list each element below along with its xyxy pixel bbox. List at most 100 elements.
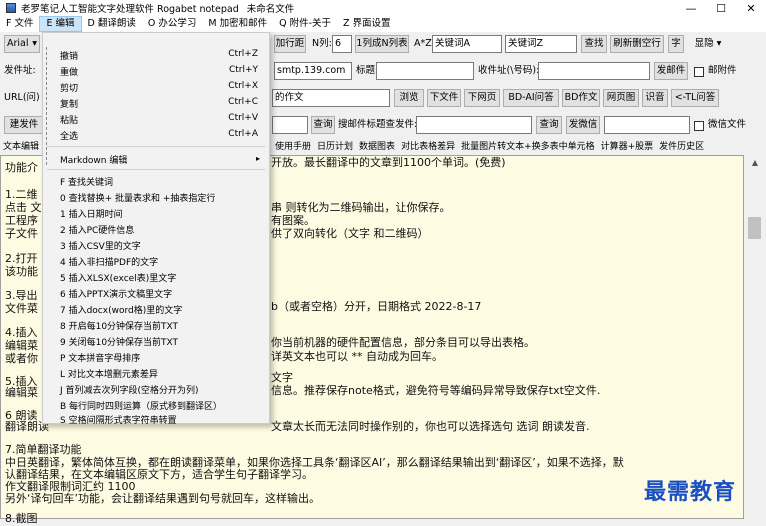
menu-encrypt-mail[interactable]: M 加密和邮件 [202, 16, 273, 32]
keyword-z-input[interactable]: 关键词Z [505, 35, 577, 53]
chevron-down-icon: ▾ [716, 38, 722, 49]
send-mail-button[interactable]: 发邮件 [654, 62, 688, 80]
menu-item-markdown[interactable]: Markdown 编辑 ▸ [43, 151, 269, 167]
web-image-button[interactable]: 网页图 [603, 89, 639, 107]
menu-file[interactable]: F 文件 [0, 16, 39, 32]
menu-item-autosave-off[interactable]: 9 关闭每10分钟保存当前TXT [43, 333, 269, 349]
search-mail-input[interactable] [416, 116, 532, 134]
sender-label: 发件址: [4, 65, 36, 76]
menu-translate[interactable]: D 翻译朗读 [82, 16, 142, 32]
mail-attach-label: 邮附件 [708, 65, 737, 76]
editor-line: 或者你 [5, 352, 38, 365]
next-file-button[interactable]: 下文件 [427, 89, 461, 107]
chevron-down-icon: ▾ [32, 38, 37, 49]
browse-button[interactable]: 浏览 [394, 89, 424, 107]
line-spacing-button[interactable]: 加行距 [274, 35, 306, 53]
minimize-icon[interactable]: — [676, 0, 706, 16]
font-select[interactable]: Arial ▾ [4, 35, 40, 53]
query-input[interactable] [272, 116, 308, 134]
menu-item-cut[interactable]: 剪切 Ctrl+X [43, 79, 269, 95]
window-title: 老罗笔记人工智能文字处理软件 Rogabet notepad [21, 4, 239, 15]
wechat-file-checkbox[interactable] [694, 121, 704, 131]
tab-batch-image[interactable]: 批量图片转文本+换多表中单元格 [458, 140, 598, 155]
next-page-button[interactable]: 下网页 [464, 89, 500, 107]
menu-item-undo[interactable]: 撤销 Ctrl+Z [43, 47, 269, 63]
menu-item-insert-pc-info[interactable]: 2 插入PC硬件信息 [43, 221, 269, 237]
menu-separator [47, 146, 265, 147]
tl-qa-button[interactable]: <-TL问答 [671, 89, 719, 107]
n-col-input[interactable]: 6 [332, 35, 352, 53]
query-button[interactable]: 查询 [311, 116, 335, 134]
url-label: URL(问) [4, 92, 40, 103]
tab-calculator[interactable]: 计算器+股票 [598, 140, 657, 155]
tab-data-chart[interactable]: 数据图表 [356, 140, 398, 155]
editor-line: 文件菜 [5, 302, 38, 315]
title-bar: 老罗笔记人工智能文字处理软件 Rogabet notepad 未命名文件 — ☐… [0, 0, 766, 16]
scroll-up-icon[interactable]: ▲ [744, 155, 766, 171]
query-mail-button[interactable]: 查询 [536, 116, 562, 134]
menu-item-autosave-on[interactable]: 8 开启每10分钟保存当前TXT [43, 317, 269, 333]
editor-line: 开放。最长翻译中的文章到1100个单词。(免费) [271, 156, 506, 169]
recipient-input[interactable] [538, 62, 650, 80]
menu-item-insert-xlsx[interactable]: 5 插入XLSX(excel表)里文字 [43, 269, 269, 285]
window-file-name: 未命名文件 [246, 4, 295, 15]
menu-item-pinyin-sort[interactable]: P 文本拼音字母排序 [43, 349, 269, 365]
menu-item-transpose[interactable]: S 空格间隔形式表字符串转置 [43, 411, 269, 427]
to-n-col-button[interactable]: 1列成N列表 [355, 35, 409, 53]
tab-manual[interactable]: 使用手册 [272, 140, 314, 155]
menu-office[interactable]: O 办公学习 [142, 16, 203, 32]
wechat-file-label: 微信文件 [708, 119, 747, 130]
build-mail-button[interactable]: 建发件 [4, 116, 44, 134]
menu-item-insert-pptx[interactable]: 6 插入PPTX演示文稿里文字 [43, 285, 269, 301]
n-col-label: N列: [312, 38, 332, 49]
close-icon[interactable]: ✕ [736, 0, 766, 16]
menu-item-insert-docx[interactable]: 7 插入docx(word格)里的文字 [43, 301, 269, 317]
menu-item-insert-pdf[interactable]: 4 插入非扫描PDF的文字 [43, 253, 269, 269]
menu-item-redo[interactable]: 重做 Ctrl+Y [43, 63, 269, 79]
tab-table-diff[interactable]: 对比表格差异 [398, 140, 458, 155]
smtp-input[interactable]: smtp.139.com [274, 62, 352, 80]
bd-ai-qa-button[interactable]: BD-AI问答 [503, 89, 559, 107]
menu-interface[interactable]: Z 界面设置 [337, 16, 397, 32]
mail-attach-checkbox[interactable] [694, 67, 704, 77]
menu-item-select-all[interactable]: 全选 Ctrl+A [43, 127, 269, 143]
editor-line: 8.截图 [5, 512, 38, 525]
menu-item-insert-csv[interactable]: 3 插入CSV里的文字 [43, 237, 269, 253]
menu-item-insert-datetime[interactable]: 1 插入日期时间 [43, 205, 269, 221]
editor-line: 该功能 [5, 265, 38, 278]
watermark-logo: 最需教育 [644, 479, 737, 505]
recipient-label: 收件址(\号码): [478, 65, 540, 76]
app-icon [6, 3, 16, 13]
menu-attachment-about[interactable]: Q 附件-关于 [273, 16, 337, 32]
editor-line: 详英文本也可以 ** 自动成为回车。 [271, 350, 443, 363]
editor-line: 功能介 [5, 161, 38, 174]
tab-calendar[interactable]: 日历计划 [314, 140, 356, 155]
menu-item-copy[interactable]: 复制 Ctrl+C [43, 95, 269, 111]
recognize-audio-button[interactable]: 识音 [642, 89, 668, 107]
chevron-right-icon: ▸ [255, 154, 260, 163]
tab-send-history[interactable]: 发件历史区 [656, 140, 707, 155]
menu-item-column-subtract[interactable]: J 首列减去次列字段(空格分开为列) [43, 381, 269, 397]
scroll-thumb[interactable] [748, 217, 761, 239]
vertical-scrollbar[interactable]: ▲ [744, 155, 766, 519]
wechat-input[interactable] [604, 116, 690, 134]
keyword-a-input[interactable]: 关键词A [432, 35, 502, 53]
bd-article-button[interactable]: BD作文 [562, 89, 600, 107]
subject-input[interactable] [376, 62, 474, 80]
menu-item-find-replace[interactable]: 0 查找替换+ 批量表求和 +抽表指定行 [43, 189, 269, 205]
url-input[interactable]: 的作文 [272, 89, 390, 107]
refresh-delete-blank-button[interactable]: 刷新删空行 [610, 35, 664, 53]
char-button[interactable]: 字 [668, 35, 684, 53]
menu-item-paste[interactable]: 粘贴 Ctrl+V [43, 111, 269, 127]
menu-item-text-diff[interactable]: L 对比文本增删元素差异 [43, 365, 269, 381]
maximize-icon[interactable]: ☐ [706, 0, 736, 16]
editor-line: 编辑菜 [5, 386, 38, 399]
menu-item-find-keyword[interactable]: F 查找关键词 [43, 173, 269, 189]
display-toggle-button[interactable]: 显隐 ▾ [688, 35, 728, 53]
menu-bar: F 文件 E 编辑 D 翻译朗读 O 办公学习 M 加密和邮件 Q 附件-关于 … [0, 16, 766, 32]
find-button[interactable]: 查找 [581, 35, 607, 53]
tab-text-edit[interactable]: 文本编辑 [0, 140, 42, 155]
send-wechat-button[interactable]: 发微信 [566, 116, 600, 134]
menu-edit[interactable]: E 编辑 [39, 16, 82, 32]
menu-separator [47, 169, 265, 170]
